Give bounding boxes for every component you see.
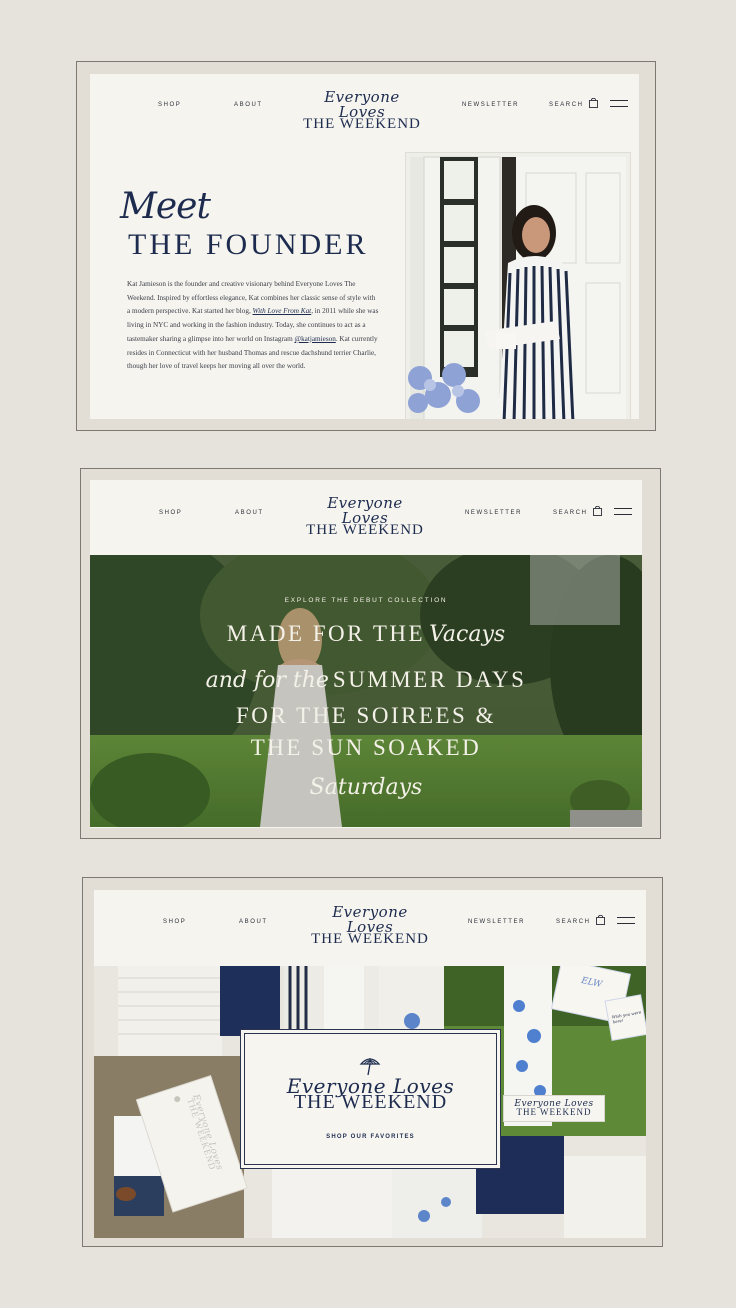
hero-preview-frame: SHOP ABOUT Everyone Loves THE WEEKEND NE… bbox=[80, 468, 661, 839]
nav-shop[interactable]: SHOP bbox=[158, 102, 181, 108]
brand-logo[interactable]: Everyone Loves THE WEEKEND bbox=[303, 496, 427, 538]
hero-page: SHOP ABOUT Everyone Loves THE WEEKEND NE… bbox=[90, 480, 642, 828]
nav-search[interactable]: SEARCH bbox=[549, 102, 584, 108]
logo-caps: THE WEEKEND bbox=[311, 931, 429, 947]
nav-about[interactable]: ABOUT bbox=[239, 919, 268, 925]
hero-line-2-caps: SUMMER DAYS bbox=[332, 667, 527, 692]
blog-link[interactable]: With Love From Kat bbox=[253, 307, 312, 315]
hero-line-3: FOR THE SOIREES & bbox=[236, 703, 496, 728]
card-logo-caps: THE WEEKEND bbox=[293, 1091, 448, 1113]
hero-line-4: THE SUN SOAKED bbox=[250, 735, 482, 760]
shopping-bag-icon[interactable] bbox=[593, 506, 602, 516]
nav-newsletter[interactable]: NEWSLETTER bbox=[465, 510, 522, 516]
nav-search[interactable]: SEARCH bbox=[556, 919, 591, 925]
brand-logo[interactable]: Everyone Loves THE WEEKEND bbox=[300, 90, 424, 132]
hero-line-2: and for the SUMMER DAYS bbox=[90, 667, 642, 693]
top-nav: SHOP ABOUT Everyone Loves THE WEEKEND NE… bbox=[90, 480, 642, 546]
shop-page: SHOP ABOUT Everyone Loves THE WEEKEND NE… bbox=[94, 890, 646, 1238]
hero-line-5-script: Saturdays bbox=[309, 775, 423, 800]
hero-eyebrow: EXPLORE THE DEBUT COLLECTION bbox=[284, 597, 448, 604]
hamburger-menu-icon[interactable] bbox=[610, 100, 628, 112]
about-page: SHOP ABOUT Everyone Loves THE WEEKEND NE… bbox=[90, 74, 639, 419]
shopping-bag-icon[interactable] bbox=[596, 915, 605, 925]
shop-favorites-button[interactable]: SHOP OUR FAVORITES bbox=[245, 1134, 496, 1140]
hero-banner[interactable]: EXPLORE THE DEBUT COLLECTION MADE FOR TH… bbox=[90, 555, 642, 827]
label-caps: THE WEEKEND bbox=[516, 1107, 592, 1117]
hero-line-1: MADE FOR THE Vacays bbox=[90, 621, 642, 647]
brand-logo[interactable]: Everyone Loves THE WEEKEND bbox=[308, 905, 432, 947]
nav-shop[interactable]: SHOP bbox=[159, 510, 182, 516]
nav-newsletter[interactable]: NEWSLETTER bbox=[462, 102, 519, 108]
shop-card[interactable]: Everyone Loves THE WEEKEND SHOP OUR FAVO… bbox=[244, 1033, 497, 1165]
nav-about[interactable]: ABOUT bbox=[235, 510, 264, 516]
hero-line-1-caps: MADE FOR THE bbox=[226, 621, 426, 646]
beach-umbrella-icon bbox=[359, 1058, 381, 1076]
about-preview-frame: SHOP ABOUT Everyone Loves THE WEEKEND NE… bbox=[76, 61, 656, 431]
shopping-bag-icon[interactable] bbox=[589, 98, 598, 108]
founder-bio: Kat Jamieson is the founder and creative… bbox=[127, 278, 379, 374]
top-nav: SHOP ABOUT Everyone Loves THE WEEKEND NE… bbox=[94, 890, 646, 956]
hero-line-2-script: and for the bbox=[205, 668, 329, 693]
nav-about[interactable]: ABOUT bbox=[234, 102, 263, 108]
nav-search[interactable]: SEARCH bbox=[553, 510, 588, 516]
shop-preview-frame: SHOP ABOUT Everyone Loves THE WEEKEND NE… bbox=[82, 877, 663, 1247]
card-logo: Everyone Loves THE WEEKEND bbox=[285, 1076, 456, 1112]
page-title: THE FOUNDER bbox=[128, 228, 369, 261]
logo-caps: THE WEEKEND bbox=[303, 116, 421, 132]
top-nav: SHOP ABOUT Everyone Loves THE WEEKEND NE… bbox=[90, 74, 639, 140]
fabric-label: Everyone Loves THE WEEKEND bbox=[504, 1096, 604, 1121]
heading-script: Meet bbox=[120, 186, 211, 227]
hamburger-menu-icon[interactable] bbox=[614, 508, 632, 520]
nav-newsletter[interactable]: NEWSLETTER bbox=[468, 919, 525, 925]
nav-shop[interactable]: SHOP bbox=[163, 919, 186, 925]
instagram-link[interactable]: @katjamieson bbox=[294, 335, 335, 343]
product-collage: Everyone Loves THE WEEKEND ELW Wish you … bbox=[94, 966, 646, 1238]
hero-line-1-script: Vacays bbox=[429, 622, 506, 647]
founder-photo bbox=[406, 153, 630, 419]
hamburger-menu-icon[interactable] bbox=[617, 917, 635, 929]
logo-caps: THE WEEKEND bbox=[306, 522, 424, 538]
